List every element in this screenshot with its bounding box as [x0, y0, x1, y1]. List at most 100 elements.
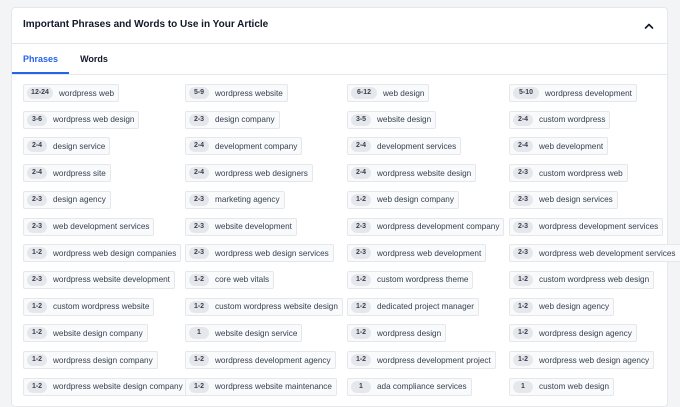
- phrase-chip[interactable]: 6-12 web design: [347, 84, 430, 102]
- phrase-count-badge: 1-2: [189, 273, 209, 286]
- phrase-chip[interactable]: 1-2 custom wordpress theme: [347, 270, 474, 289]
- phrase-chip[interactable]: 1-2 dedicated project manager: [347, 297, 479, 316]
- phrase-count-badge: 3-5: [351, 113, 371, 126]
- phrase-text: website development: [215, 222, 292, 231]
- phrase-count-badge: 2-3: [189, 113, 209, 126]
- phrase-text: wordpress web design: [53, 115, 135, 125]
- phrase-chip[interactable]: 1-2 wordpress design agency: [509, 324, 637, 343]
- phrase-text: custom wordpress: [539, 115, 606, 125]
- phrase-chip[interactable]: 1-2 wordpress development project: [347, 351, 496, 369]
- phrase-count-badge: 2-3: [27, 273, 47, 286]
- phrase-chip[interactable]: 2-3 wordpress web development services: [509, 244, 680, 263]
- phrase-chip[interactable]: 1-2 custom wordpress website: [23, 297, 155, 316]
- phrase-chip[interactable]: 1-2 core web vitals: [185, 270, 275, 289]
- phrase-text: custom wordpress web design: [539, 275, 650, 285]
- phrase-chip[interactable]: 2-4 development services: [347, 137, 462, 156]
- phrase-chip[interactable]: 1 custom web design: [509, 377, 615, 396]
- phrase-count-badge: 2-3: [513, 247, 533, 260]
- phrase-chip[interactable]: 1-2 wordpress design: [347, 324, 447, 343]
- phrase-chip[interactable]: 2-3 design agency: [23, 190, 111, 209]
- phrase-count-badge: 2-3: [189, 220, 209, 233]
- phrase-chip[interactable]: 1-2 wordpress website design company: [23, 377, 188, 396]
- phrase-chip[interactable]: 3-5 website design: [347, 110, 437, 129]
- phrase-chip[interactable]: 2-3 web design services: [509, 190, 618, 209]
- phrase-chip[interactable]: 2-3 wordpress development company: [347, 217, 505, 236]
- phrase-chip[interactable]: 2-3 marketing agency: [185, 190, 285, 209]
- phrase-chip[interactable]: 2-4 development company: [185, 137, 303, 156]
- phrase-text: wordpress website design company: [53, 382, 183, 392]
- chevron-up-icon[interactable]: [643, 19, 655, 31]
- phrase-text: custom web design: [539, 382, 610, 392]
- phrase-count-badge: 2-3: [189, 193, 209, 206]
- phrase-count-badge: 5-10: [513, 87, 539, 99]
- phrase-count-badge: 2-4: [351, 167, 371, 180]
- phrase-chip[interactable]: 1-2 wordpress web design companies: [23, 244, 182, 263]
- phrase-chip[interactable]: 1 website design service: [185, 324, 303, 343]
- phrase-chip[interactable]: 2-4 wordpress web designers: [185, 164, 313, 183]
- phrase-chip[interactable]: 1-2 web design company: [347, 190, 459, 209]
- phrase-chip[interactable]: 2-4 wordpress website design: [347, 164, 477, 183]
- phrase-chip[interactable]: 1-2 wordpress design company: [23, 351, 158, 369]
- phrase-count-badge: 2-4: [513, 113, 533, 126]
- phrase-text: website design: [377, 115, 432, 125]
- phrase-count-badge: 1-2: [351, 193, 371, 206]
- phrase-count-badge: 2-3: [189, 247, 209, 260]
- phrase-chip[interactable]: 2-3 web development services: [23, 217, 155, 236]
- phrase-chip[interactable]: 2-3 wordpress development services: [509, 217, 664, 236]
- phrase-chip[interactable]: 2-4 web development: [509, 137, 609, 156]
- phrase-text: wordpress web design agency: [539, 355, 650, 365]
- phrase-chip[interactable]: 2-4 wordpress site: [23, 164, 111, 183]
- phrase-count-badge: 1-2: [351, 273, 371, 286]
- tab-phrases[interactable]: Phrases: [12, 44, 69, 74]
- phrase-chip[interactable]: 2-3 custom wordpress web: [509, 164, 628, 183]
- phrase-count-badge: 1-2: [351, 354, 371, 366]
- phrase-count-badge: 2-4: [27, 167, 47, 180]
- tab-bar: Phrases Words: [12, 44, 667, 75]
- phrase-chip[interactable]: 2-3 design company: [185, 110, 280, 129]
- phrase-count-badge: 2-3: [513, 167, 533, 180]
- phrase-chip[interactable]: 1-2 web design agency: [509, 297, 615, 316]
- panel-header[interactable]: Important Phrases and Words to Use in Yo…: [12, 8, 667, 44]
- phrase-text: website design company: [53, 328, 143, 338]
- phrase-count-badge: 2-4: [351, 140, 371, 153]
- phrase-text: core web vitals: [215, 275, 270, 285]
- phrase-text: custom wordpress web: [539, 168, 623, 178]
- phrase-chip[interactable]: 1-2 custom wordpress web design: [509, 270, 655, 289]
- phrase-chip[interactable]: 3-6 wordpress web design: [23, 110, 140, 129]
- phrase-count-badge: 1-2: [351, 327, 371, 340]
- phrase-count-badge: 1: [189, 327, 209, 340]
- phrase-chip[interactable]: 2-4 custom wordpress: [509, 110, 611, 129]
- phrase-count-badge: 1-2: [351, 300, 371, 313]
- phrase-chip[interactable]: 12-24 wordpress web: [23, 84, 120, 102]
- phrase-chip[interactable]: 1-2 wordpress website maintenance: [185, 377, 337, 396]
- phrase-count-badge: 1-2: [513, 327, 533, 340]
- phrase-text: wordpress web design services: [215, 248, 329, 258]
- phrase-count-badge: 12-24: [27, 87, 53, 99]
- phrase-count-badge: 2-4: [27, 140, 47, 153]
- tab-words[interactable]: Words: [69, 44, 119, 74]
- phrase-chip[interactable]: 2-3 website development: [185, 217, 297, 236]
- phrase-count-badge: 1-2: [27, 380, 47, 393]
- phrase-text: wordpress website: [215, 88, 283, 98]
- phrase-text: design company: [215, 115, 275, 125]
- phrase-text: web design company: [377, 195, 454, 205]
- phrase-chip[interactable]: 2-3 wordpress website development: [23, 270, 175, 289]
- phrase-chip[interactable]: 1-2 wordpress web design agency: [509, 351, 655, 369]
- phrase-chip[interactable]: 2-3 wordpress web design services: [185, 244, 334, 263]
- phrase-chip[interactable]: 1-2 wordpress development agency: [185, 351, 336, 369]
- phrase-chip[interactable]: 1-2 website design company: [23, 324, 148, 343]
- phrase-text: custom wordpress website: [53, 302, 150, 312]
- phrase-count-badge: 2-3: [513, 193, 533, 206]
- phrase-chip[interactable]: 5-10 wordpress development: [509, 84, 637, 102]
- phrase-count-badge: 1-2: [513, 273, 533, 286]
- phrase-count-badge: 1: [351, 380, 371, 393]
- phrase-count-badge: 1-2: [189, 354, 209, 366]
- phrase-chip[interactable]: 5-9 wordpress website: [185, 84, 288, 102]
- phrase-chip[interactable]: 2-4 design service: [23, 137, 111, 156]
- phrase-count-badge: 1-2: [27, 300, 47, 313]
- phrase-text: development company: [215, 141, 298, 151]
- phrase-chip[interactable]: 1 ada compliance services: [347, 377, 472, 396]
- phrase-chip[interactable]: 2-3 wordpress web development: [347, 244, 487, 263]
- phrase-chip[interactable]: 1-2 custom wordpress website design: [185, 297, 343, 316]
- phrase-text: wordpress design: [377, 328, 442, 338]
